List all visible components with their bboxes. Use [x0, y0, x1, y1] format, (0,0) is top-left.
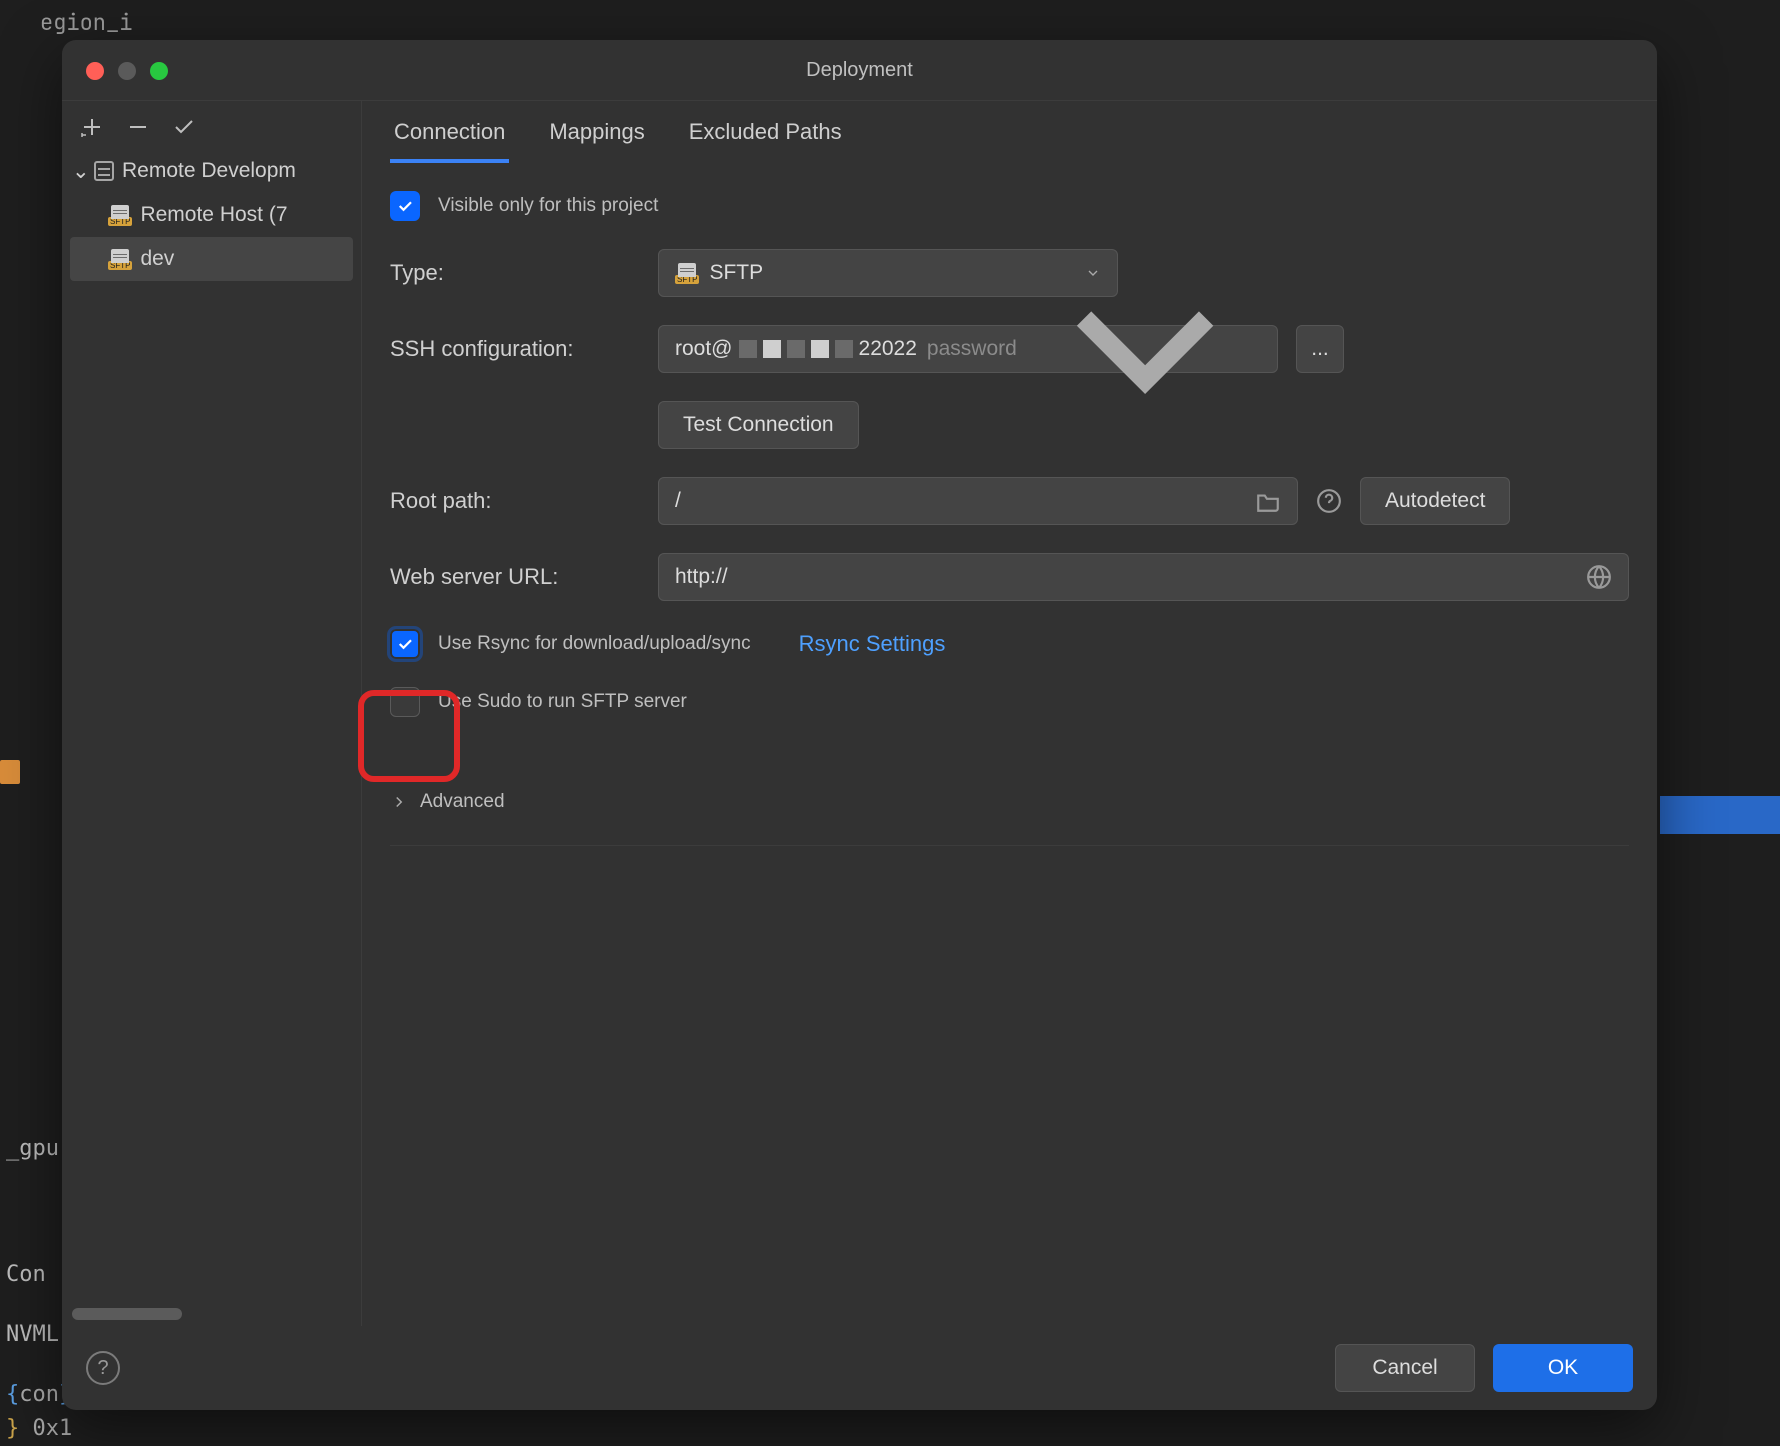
ssh-config-label: SSH configuration: [390, 336, 640, 362]
tree-item-label: dev [140, 247, 174, 271]
sidebar-scrollbar[interactable] [72, 1308, 351, 1320]
apply-icon[interactable] [172, 115, 196, 139]
row-type: Type: SFTP SFTP [390, 249, 1629, 297]
row-use-sudo: Use Sudo to run SFTP server [390, 687, 1629, 717]
dialog-footer: ? Cancel OK [62, 1326, 1657, 1410]
minimize-window-button[interactable] [118, 62, 136, 80]
globe-icon[interactable] [1586, 564, 1612, 590]
test-connection-button[interactable]: Test Connection [658, 401, 859, 449]
type-value: SFTP [709, 261, 763, 285]
sidebar: ⌄ Remote Developm SFTP Remote Host (7 SF… [62, 101, 362, 1326]
cancel-button[interactable]: Cancel [1335, 1344, 1475, 1392]
dialog-title: Deployment [62, 40, 1657, 100]
chevron-down-icon: ⌄ [72, 159, 86, 184]
tab-connection[interactable]: Connection [390, 119, 509, 163]
web-url-label: Web server URL: [390, 564, 640, 590]
server-group-icon [94, 161, 114, 181]
row-ssh-config: SSH configuration: root@ 22022 password … [390, 325, 1629, 373]
tab-mappings[interactable]: Mappings [545, 119, 648, 163]
use-sudo-checkbox[interactable] [390, 687, 420, 717]
maximize-window-button[interactable] [150, 62, 168, 80]
row-use-rsync: Use Rsync for download/upload/sync Rsync… [390, 629, 1629, 659]
root-path-value: / [675, 489, 681, 513]
row-advanced[interactable]: Advanced [390, 791, 1629, 813]
rsync-settings-link[interactable]: Rsync Settings [799, 631, 946, 657]
tab-excluded-paths[interactable]: Excluded Paths [685, 119, 846, 163]
ellipsis-icon: ... [1311, 337, 1329, 361]
deployment-dialog: Deployment ⌄ Remote Developm SFTP Remote… [62, 40, 1657, 1410]
sidebar-toolbar [62, 101, 361, 149]
row-test-connection: Test Connection [390, 401, 1629, 449]
tree-item-remote-host[interactable]: SFTP Remote Host (7 [62, 193, 361, 237]
scrollbar-thumb[interactable] [72, 1308, 182, 1320]
help-button[interactable]: ? [86, 1351, 120, 1385]
add-server-icon[interactable] [80, 115, 104, 139]
ssh-host-blurred [739, 340, 853, 358]
row-web-url: Web server URL: http:// [390, 553, 1629, 601]
sftp-icon: SFTP [108, 205, 132, 226]
row-root-path: Root path: / Autodetect [390, 477, 1629, 525]
web-url-field[interactable]: http:// [658, 553, 1629, 601]
type-label: Type: [390, 260, 640, 286]
tree-root-label: Remote Developm [122, 159, 296, 183]
sftp-icon: SFTP [108, 249, 132, 270]
folder-icon[interactable] [1255, 488, 1281, 514]
visible-only-label: Visible only for this project [438, 195, 658, 217]
web-url-value: http:// [675, 565, 728, 589]
tabs: Connection Mappings Excluded Paths [390, 101, 1629, 163]
ssh-config-select[interactable]: root@ 22022 password [658, 325, 1278, 373]
ssh-user: root@ [675, 337, 733, 361]
autodetect-button[interactable]: Autodetect [1360, 477, 1510, 525]
use-rsync-label: Use Rsync for download/upload/sync [438, 633, 751, 655]
root-path-label: Root path: [390, 488, 640, 514]
use-sudo-label: Use Sudo to run SFTP server [438, 691, 687, 713]
tree-item-label: Remote Host (7 [140, 203, 287, 227]
tree-root[interactable]: ⌄ Remote Developm [62, 149, 361, 193]
ok-button[interactable]: OK [1493, 1344, 1633, 1392]
gutter-marker [0, 760, 20, 784]
window-controls [86, 62, 168, 80]
server-tree: ⌄ Remote Developm SFTP Remote Host (7 SF… [62, 149, 361, 1308]
close-window-button[interactable] [86, 62, 104, 80]
tree-item-dev[interactable]: SFTP dev [70, 237, 353, 281]
ssh-config-browse-button[interactable]: ... [1296, 325, 1344, 373]
background-selection [1660, 796, 1780, 834]
sftp-icon: SFTP [675, 263, 699, 284]
help-icon[interactable] [1316, 488, 1342, 514]
connection-form: Visible only for this project Type: SFTP… [390, 163, 1629, 846]
ssh-port: 22022 [859, 337, 917, 361]
visible-only-checkbox[interactable] [390, 191, 420, 221]
use-rsync-checkbox[interactable] [390, 629, 420, 659]
main-panel: Connection Mappings Excluded Paths Visib… [362, 101, 1657, 1326]
ssh-auth: password [927, 337, 1017, 361]
advanced-label: Advanced [420, 791, 505, 813]
root-path-field[interactable]: / [658, 477, 1298, 525]
remove-server-icon[interactable] [126, 115, 150, 139]
chevron-right-icon [390, 793, 408, 811]
row-visible-only: Visible only for this project [390, 191, 1629, 221]
